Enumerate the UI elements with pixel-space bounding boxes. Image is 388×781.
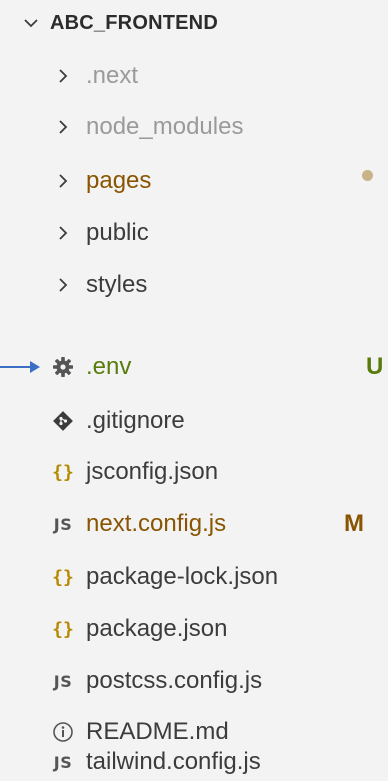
json-braces-icon: {} bbox=[52, 566, 74, 588]
modified-dot-indicator bbox=[362, 170, 373, 181]
tree-item-label: .gitignore bbox=[86, 407, 185, 434]
tree-item-label: styles bbox=[86, 271, 148, 298]
tree-item-label: node_modules bbox=[86, 113, 244, 140]
tree-item-label: package-lock.json bbox=[86, 563, 279, 590]
tree-item-label: public bbox=[86, 219, 149, 246]
tree-item-label: tailwind.config.js bbox=[86, 748, 261, 775]
tree-item-label: pages bbox=[86, 167, 152, 194]
tree-item-next-config-js[interactable]: JS next.config.js M bbox=[0, 502, 388, 546]
root-folder-label: ABC_FRONTEND bbox=[50, 11, 218, 34]
js-file-icon: JS bbox=[53, 752, 73, 772]
file-explorer: ABC_FRONTEND .next node_modules pages pu… bbox=[0, 0, 388, 781]
gear-icon bbox=[52, 356, 74, 378]
chevron-right-icon bbox=[52, 170, 74, 192]
chevron-right-icon bbox=[52, 116, 74, 138]
tree-item-label: next.config.js bbox=[86, 510, 227, 537]
tree-item-next[interactable]: .next bbox=[0, 54, 388, 98]
tree-item-jsconfig-json[interactable]: {} jsconfig.json bbox=[0, 450, 388, 494]
chevron-right-icon bbox=[52, 274, 74, 296]
tree-item-node-modules[interactable]: node_modules bbox=[0, 105, 388, 149]
tree-item-label: package.json bbox=[86, 615, 228, 642]
chevron-right-icon bbox=[52, 65, 74, 87]
tree-item-package-lock-json[interactable]: {} package-lock.json bbox=[0, 555, 388, 599]
js-file-icon: JS bbox=[53, 671, 73, 691]
tree-item-label: .env bbox=[86, 353, 132, 380]
json-braces-icon: {} bbox=[52, 461, 74, 483]
js-file-icon: JS bbox=[53, 514, 73, 534]
json-braces-icon: {} bbox=[52, 618, 74, 640]
modified-badge: M bbox=[344, 510, 364, 537]
annotation-arrow-icon bbox=[0, 361, 40, 373]
git-diamond-icon bbox=[52, 410, 74, 432]
chevron-right-icon bbox=[52, 222, 74, 244]
tree-item-styles[interactable]: styles bbox=[0, 263, 388, 307]
untracked-badge: U bbox=[366, 353, 384, 380]
tree-item-pages[interactable]: pages bbox=[0, 159, 388, 203]
tree-item-env[interactable]: .env U bbox=[0, 345, 388, 389]
chevron-down-icon bbox=[24, 19, 38, 28]
tree-item-tailwind-config-js[interactable]: JS tailwind.config.js bbox=[0, 740, 388, 781]
tree-item-package-json[interactable]: {} package.json bbox=[0, 607, 388, 651]
root-folder-row[interactable]: ABC_FRONTEND bbox=[22, 6, 218, 40]
tree-item-gitignore[interactable]: .gitignore bbox=[0, 399, 388, 443]
tree-item-postcss-config-js[interactable]: JS postcss.config.js bbox=[0, 659, 388, 703]
tree-item-public[interactable]: public bbox=[0, 211, 388, 255]
tree-item-label: postcss.config.js bbox=[86, 667, 263, 694]
tree-item-label: .next bbox=[86, 62, 139, 89]
tree-item-label: jsconfig.json bbox=[86, 458, 219, 485]
